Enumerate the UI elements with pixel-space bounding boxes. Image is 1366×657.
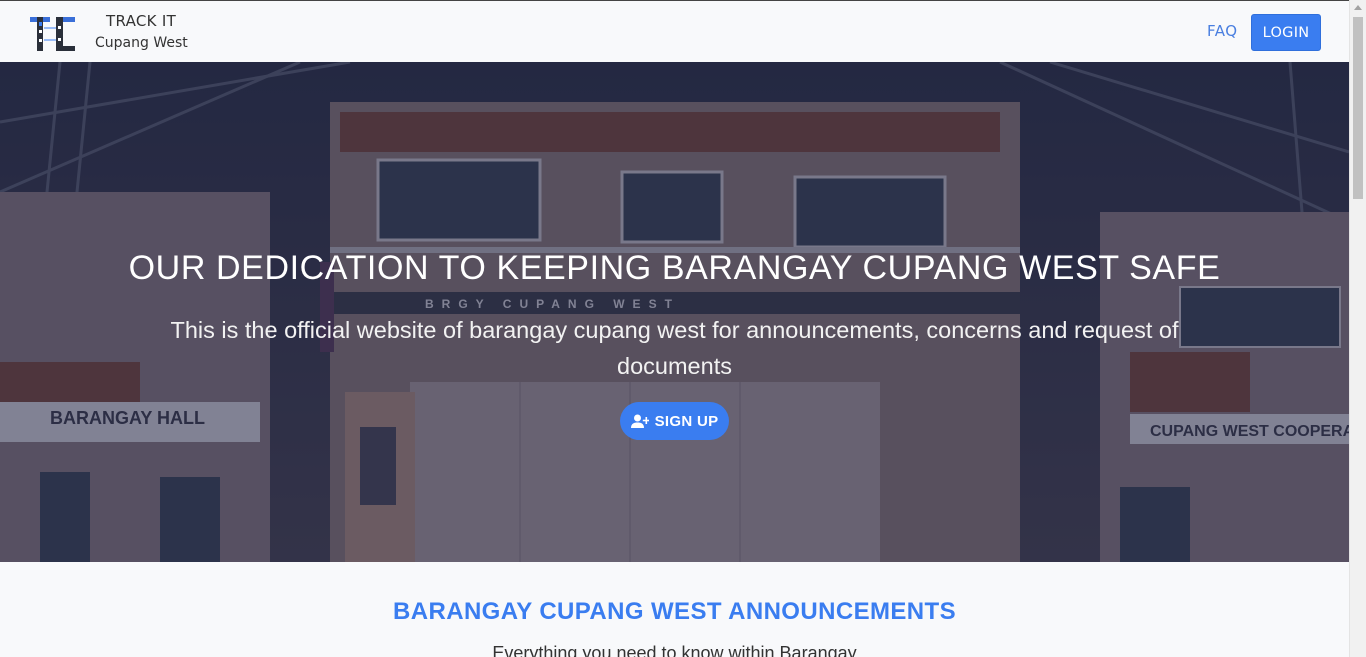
hero-section: BARANGAY HALL CUPANG WEST COOPERA BRGY C… (0, 62, 1349, 562)
brand-title: TRACK IT (106, 12, 177, 30)
scroll-up-arrow-icon[interactable] (1354, 5, 1362, 10)
login-button[interactable]: LOGIN (1251, 14, 1321, 51)
hero-title: OUR DEDICATION TO KEEPING BARANGAY CUPAN… (128, 249, 1221, 287)
announcements-subtitle: Everything you need to know within Baran… (492, 643, 857, 657)
track-it-logo-icon (30, 17, 75, 51)
top-navbar: TRACK IT Cupang West FAQ LOGIN (0, 0, 1349, 62)
faq-link[interactable]: FAQ (1207, 22, 1238, 40)
brand[interactable]: TRACK IT Cupang West (30, 11, 230, 55)
scrollbar-thumb[interactable] (1353, 17, 1363, 199)
announcements-title: BARANGAY CUPANG WEST ANNOUNCEMENTS (393, 598, 956, 625)
sign-up-button[interactable]: SIGN UP (620, 402, 729, 440)
page-scrollbar[interactable] (1349, 0, 1366, 657)
user-plus-icon (630, 414, 649, 428)
sign-up-label: SIGN UP (654, 412, 719, 430)
hero-description: This is the official website of barangay… (170, 317, 1179, 379)
brand-subtitle: Cupang West (95, 35, 188, 51)
